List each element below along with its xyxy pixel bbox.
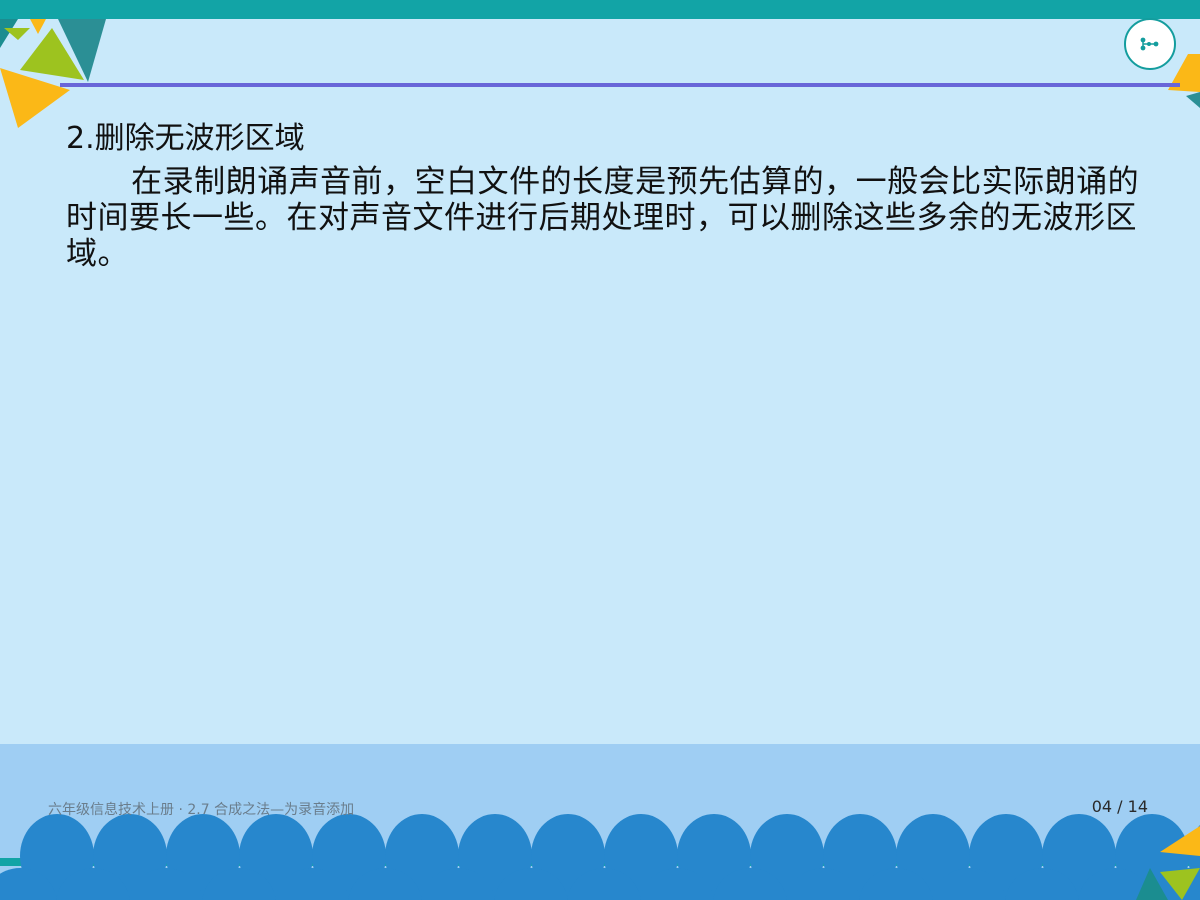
header-divider (60, 83, 1180, 87)
wave-decoration (0, 814, 1200, 900)
course-title: 六年级信息技术上册 · 2.7 合成之法—为录音添加 (48, 802, 355, 818)
slide-content: 2.删除无波形区域 在录制朗诵声音前，空白文件的长度是预先估算的，一般会比实际朗… (66, 120, 1146, 272)
footer-band (0, 744, 1200, 900)
slide-heading: 2.删除无波形区域 (66, 121, 305, 156)
corner-decoration-top-right (1168, 54, 1200, 108)
deco-triangle-teal-right (1186, 92, 1200, 108)
page-counter: 04 / 14 (1091, 797, 1148, 816)
slide-paragraph: 在录制朗诵声音前，空白文件的长度是预先估算的，一般会比实际朗诵的时间要长一些。在… (66, 164, 1140, 272)
share-nodes-icon (1140, 37, 1159, 51)
navigation-button[interactable] (1124, 18, 1176, 70)
